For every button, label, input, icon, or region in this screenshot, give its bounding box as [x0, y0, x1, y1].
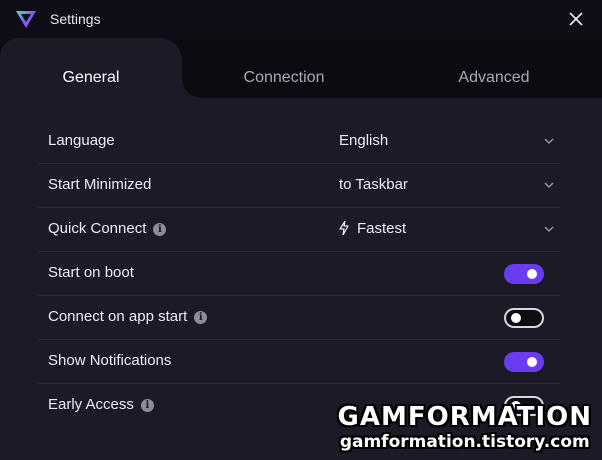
toggle-knob	[511, 313, 521, 323]
title-bar: Settings	[0, 0, 602, 38]
show-notifications-label: Show Notifications	[48, 352, 172, 369]
show-notifications-toggle[interactable]	[504, 352, 544, 372]
quick-connect-value: Fastest	[357, 220, 407, 237]
quick-connect-label: Quick Connect	[48, 220, 147, 237]
info-icon[interactable]: i	[153, 223, 167, 236]
start-minimized-label: Start Minimized	[48, 176, 152, 193]
early-access-label: Early Access	[48, 396, 134, 413]
tab-general[interactable]: General	[0, 38, 200, 98]
tab-bar: General Connection Advanced	[0, 38, 602, 98]
start-minimized-value: to Taskbar	[339, 176, 408, 193]
language-row: Language English	[38, 120, 560, 164]
window-title: Settings	[50, 11, 101, 27]
quick-connect-row: Quick Connect i Fastest	[38, 208, 560, 252]
connect-on-app-start-row: Connect on app start i	[38, 296, 560, 340]
watermark-title: GAMFORMATION	[337, 402, 592, 432]
quick-connect-value-wrap: Fastest	[339, 220, 406, 237]
start-on-boot-label: Start on boot	[48, 264, 134, 281]
chevron-down-icon	[544, 226, 554, 232]
connect-on-app-start-label-wrap: Connect on app start i	[48, 308, 208, 325]
language-value: English	[339, 132, 389, 149]
language-label: Language	[48, 132, 115, 149]
tab-connection[interactable]: Connection	[182, 38, 386, 98]
info-icon[interactable]: i	[140, 399, 154, 412]
start-on-boot-toggle[interactable]	[504, 264, 544, 284]
app-logo-icon	[16, 11, 36, 28]
chevron-down-icon	[544, 138, 554, 144]
language-select[interactable]: English	[338, 120, 560, 163]
connect-on-app-start-label: Connect on app start	[48, 308, 188, 325]
early-access-label-wrap: Early Access i	[48, 396, 154, 413]
show-notifications-row: Show Notifications	[38, 340, 560, 384]
start-minimized-select[interactable]: to Taskbar	[338, 164, 560, 207]
watermark: GAMFORMATION gamformation.tistory.com	[338, 402, 592, 452]
lightning-icon	[339, 221, 349, 235]
quick-connect-select[interactable]: Fastest	[338, 208, 560, 251]
close-icon[interactable]	[566, 9, 586, 29]
toggle-knob	[527, 269, 537, 279]
tab-advanced[interactable]: Advanced	[386, 38, 602, 98]
chevron-down-icon	[544, 182, 554, 188]
connect-on-app-start-toggle[interactable]	[504, 308, 544, 328]
toggle-knob	[527, 357, 537, 367]
start-minimized-row: Start Minimized to Taskbar	[38, 164, 560, 208]
info-icon[interactable]: i	[194, 311, 208, 324]
start-on-boot-row: Start on boot	[38, 252, 560, 296]
quick-connect-label-wrap: Quick Connect i	[48, 220, 167, 237]
watermark-url: gamformation.tistory.com	[339, 432, 590, 452]
